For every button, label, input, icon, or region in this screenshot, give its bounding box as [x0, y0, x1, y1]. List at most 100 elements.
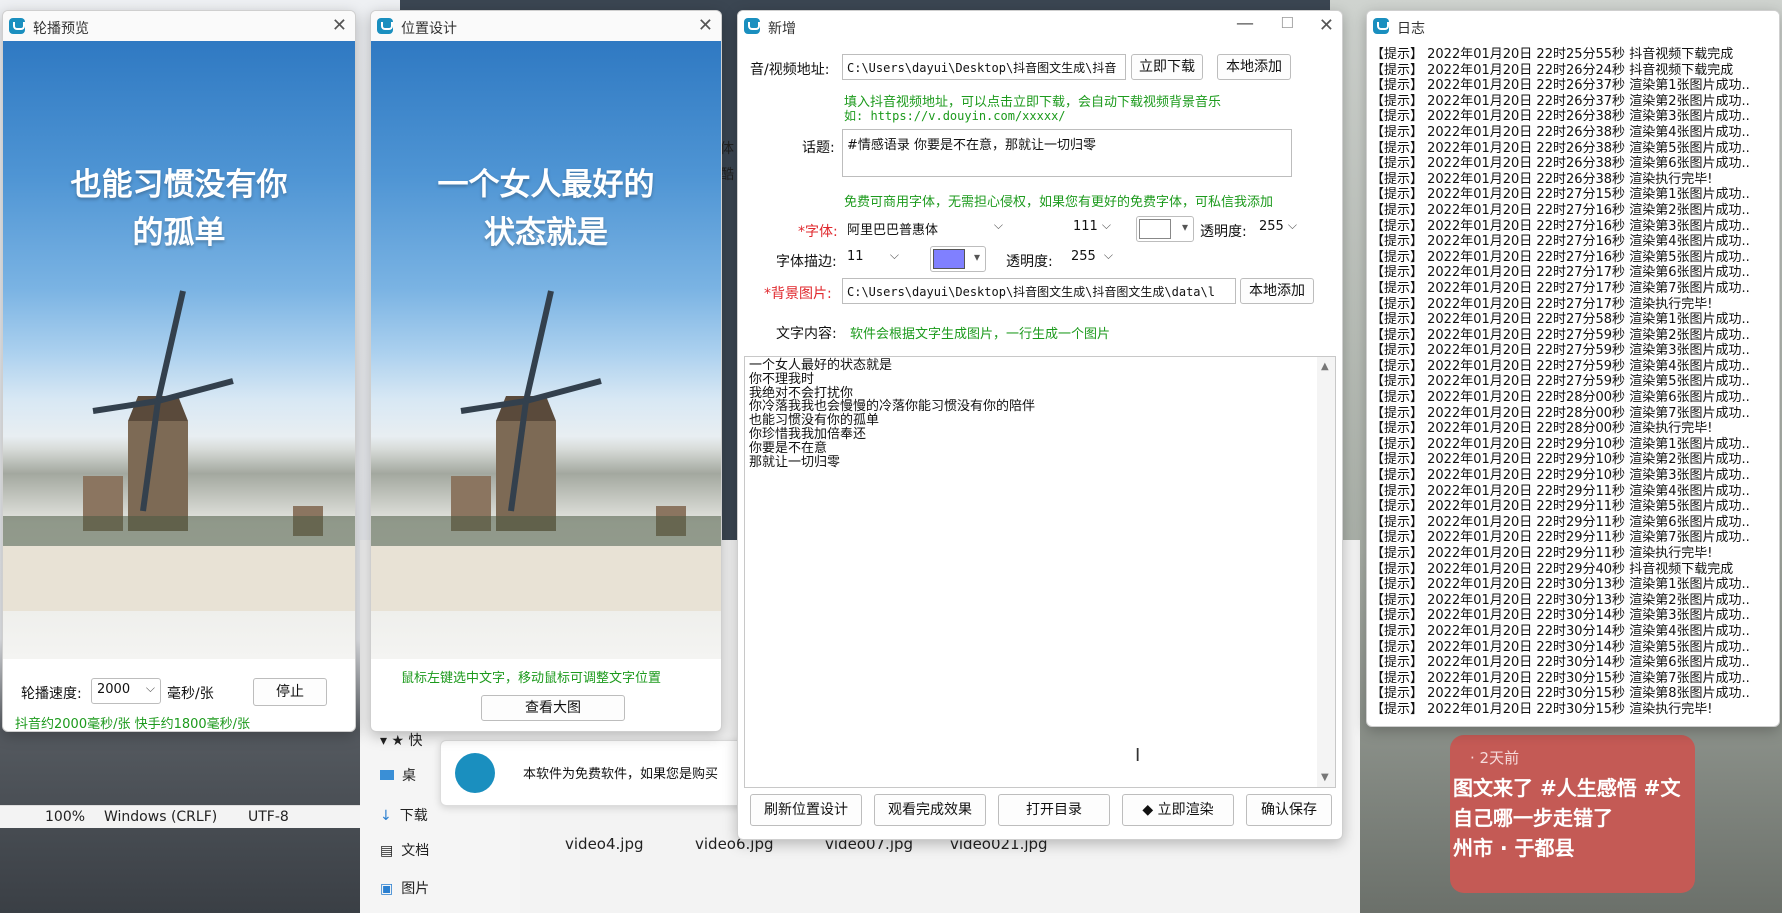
- content-lines: 一个女人最好的状态就是 你不理我时 我绝对不会打扰你 你冷落我我也会慢慢的冷落你…: [749, 358, 1036, 470]
- chevron-down-icon: ⌵: [993, 218, 1003, 232]
- social-post-card: · 2天前 图文来了 #人生感悟 #文 自己哪一步走错了 州市 · 于都县: [1450, 735, 1695, 893]
- log-line: 【提示】 2022年01月20日 22时27分16秒 渲染第2张图片成功..: [1371, 202, 1750, 218]
- log-line: 【提示】 2022年01月20日 22时26分38秒 渲染第6张图片成功..: [1371, 156, 1750, 172]
- background-image-label: *背景图片:: [764, 286, 832, 302]
- log-line: 【提示】 2022年01月20日 22时29分10秒 渲染第3张图片成功..: [1371, 468, 1750, 484]
- font-select[interactable]: 阿里巴巴普惠体 ⌵: [842, 216, 1008, 242]
- titlebar: 新增 — ☐ ✕: [738, 11, 1342, 41]
- preview-caption: 也能习惯没有你 的孤单: [70, 167, 288, 251]
- sidebar-item-desktop[interactable]: 桌: [380, 765, 416, 785]
- new-item-window: 新增 — ☐ ✕ 音/视频地址: C:\Users\dayui\Desktop\…: [737, 10, 1343, 840]
- chevron-down-icon: ⌵: [889, 248, 899, 262]
- preview-result-button[interactable]: 观看完成效果: [874, 794, 986, 826]
- content-textarea[interactable]: 一个女人最好的状态就是 你不理我时 我绝对不会打扰你 你冷落我我也会慢慢的冷落你…: [744, 356, 1336, 788]
- carousel-preview-window: 轮播预览 ✕ 也能习惯没有你 的孤单 轮播速度: 2000 ⌵ 毫秒/张 停止 抖…: [2, 10, 356, 732]
- render-button[interactable]: ◆ 立即渲染: [1122, 794, 1234, 826]
- stop-button[interactable]: 停止: [253, 678, 327, 706]
- scrollbar[interactable]: ▲ ▼: [1317, 357, 1335, 787]
- log-line: 【提示】 2022年01月20日 22时25分55秒 抖音视频下载完成: [1371, 47, 1734, 62]
- close-icon[interactable]: ✕: [1319, 15, 1334, 36]
- log-line: 【提示】 2022年01月20日 22时26分38秒 渲染执行完毕!: [1371, 171, 1713, 187]
- sidebar-item-quick[interactable]: ▾ ★ 快: [380, 730, 422, 750]
- close-icon[interactable]: ✕: [698, 15, 713, 36]
- position-design-window: 位置设计 ✕ 一个女人最好的 状态就是 鼠标左键选中文字，移动鼠标可调整文字位置…: [370, 10, 722, 732]
- log-line: 【提示】 2022年01月20日 22时30分15秒 渲染第8张图片成功..: [1371, 686, 1750, 702]
- log-line: 【提示】 2022年01月20日 22时30分14秒 渲染第3张图片成功..: [1371, 608, 1750, 624]
- refresh-position-button[interactable]: 刷新位置设计: [750, 794, 862, 826]
- log-line: 【提示】 2022年01月20日 22时30分13秒 渲染第2张图片成功..: [1371, 592, 1750, 608]
- diamond-icon: ◆: [1142, 802, 1158, 818]
- log-line: 【提示】 2022年01月20日 22时28分00秒 渲染执行完毕!: [1371, 421, 1713, 437]
- design-canvas[interactable]: 一个女人最好的 状态就是: [371, 41, 721, 659]
- chevron-down-icon: ⌵: [1103, 248, 1113, 262]
- document-icon: ▤: [380, 843, 394, 859]
- speed-select[interactable]: 2000 ⌵: [91, 678, 161, 704]
- background-image-input[interactable]: C:\Users\dayui\Desktop\抖音图文生成\抖音图文生成\dat…: [842, 278, 1236, 304]
- stroke-color-picker[interactable]: ▾: [930, 246, 986, 272]
- log-line: 【提示】 2022年01月20日 22时27分59秒 渲染第3张图片成功..: [1371, 343, 1750, 359]
- caret-down-icon: ▾: [1181, 220, 1188, 234]
- background-window-peek: 体 酷: [720, 141, 734, 183]
- log-line: 【提示】 2022年01月20日 22时30分13秒 渲染第1张图片成功..: [1371, 577, 1750, 593]
- log-line: 【提示】 2022年01月20日 22时27分15秒 渲染第1张图片成功..: [1371, 187, 1750, 203]
- log-line: 【提示】 2022年01月20日 22时27分59秒 渲染第2张图片成功..: [1371, 327, 1750, 343]
- log-line: 【提示】 2022年01月20日 22时27分17秒 渲染执行完毕!: [1371, 296, 1713, 312]
- log-window: 日志 【提示】 2022年01月20日 22时25分55秒 抖音视频下载完成 【提…: [1366, 10, 1780, 727]
- confirm-save-button[interactable]: 确认保存: [1246, 794, 1332, 826]
- encoding: UTF-8: [248, 809, 289, 825]
- log-line: 【提示】 2022年01月20日 22时30分14秒 渲染第5张图片成功..: [1371, 639, 1750, 655]
- sidebar-item-pictures[interactable]: ▣ 图片: [380, 878, 429, 898]
- log-line: 【提示】 2022年01月20日 22时26分38秒 渲染第3张图片成功..: [1371, 109, 1750, 125]
- log-line: 【提示】 2022年01月20日 22时30分15秒 渲染第7张图片成功..: [1371, 670, 1750, 686]
- log-line: 【提示】 2022年01月20日 22时29分11秒 渲染执行完毕!: [1371, 546, 1713, 561]
- sidebar-item-documents[interactable]: ▤ 文档: [380, 840, 429, 860]
- log-line: 【提示】 2022年01月20日 22时29分11秒 渲染第5张图片成功..: [1371, 499, 1750, 515]
- log-line: 【提示】 2022年01月20日 22时30分14秒 渲染第4张图片成功..: [1371, 623, 1750, 639]
- local-add-image-button[interactable]: 本地添加: [1240, 278, 1314, 304]
- file-item[interactable]: video4.jpg: [565, 835, 644, 853]
- close-icon[interactable]: ✕: [332, 15, 347, 36]
- audio-url-input[interactable]: C:\Users\dayui\Desktop\抖音图文生成\抖音: [842, 54, 1126, 80]
- log-line: 【提示】 2022年01月20日 22时27分16秒 渲染第3张图片成功..: [1371, 218, 1750, 234]
- log-line: 【提示】 2022年01月20日 22时26分24秒 抖音视频下载完成: [1371, 62, 1734, 78]
- topic-textarea[interactable]: #情感语录 你要是不在意，那就让一切归零: [842, 129, 1292, 177]
- log-line: 【提示】 2022年01月20日 22时27分16秒 渲染第4张图片成功..: [1371, 234, 1750, 250]
- font-size-select[interactable]: 111 ⌵: [1068, 216, 1116, 242]
- maximize-icon[interactable]: ☐: [1281, 14, 1294, 32]
- font-color-picker[interactable]: ▾: [1136, 216, 1194, 242]
- log-line: 【提示】 2022年01月20日 22时27分58秒 渲染第1张图片成功..: [1371, 312, 1750, 328]
- windmill-illustration: [371, 290, 721, 611]
- stroke-alpha-select[interactable]: 255 ⌵: [1066, 246, 1118, 272]
- desktop-icon: [380, 770, 394, 780]
- draggable-caption[interactable]: 一个女人最好的 状态就是: [371, 161, 721, 257]
- titlebar: 轮播预览 ✕: [3, 11, 355, 41]
- local-add-audio-button[interactable]: 本地添加: [1217, 54, 1291, 80]
- sidebar-item-downloads[interactable]: ↓ 下载: [380, 805, 428, 825]
- notification: 本软件为免费软件，如果您是购买: [440, 740, 772, 806]
- log-line: 【提示】 2022年01月20日 22时30分14秒 渲染第6张图片成功..: [1371, 655, 1750, 671]
- app-logo-icon: [1373, 18, 1389, 34]
- open-directory-button[interactable]: 打开目录: [998, 794, 1110, 826]
- font-color-swatch: [1139, 219, 1171, 239]
- download-button[interactable]: 立即下载: [1131, 54, 1203, 80]
- log-line: 【提示】 2022年01月20日 22时26分38秒 渲染第5张图片成功..: [1371, 140, 1750, 156]
- log-line: 【提示】 2022年01月20日 22时29分11秒 渲染第4张图片成功..: [1371, 483, 1750, 499]
- scroll-up-icon[interactable]: ▲: [1321, 361, 1329, 372]
- chevron-down-icon: ⌵: [145, 681, 155, 695]
- chevron-down-icon: ⌵: [1287, 218, 1297, 232]
- log-line: 【提示】 2022年01月20日 22时29分11秒 渲染第7张图片成功..: [1371, 530, 1750, 546]
- stroke-size-select[interactable]: 11 ⌵: [842, 246, 904, 272]
- view-large-button[interactable]: 查看大图: [481, 695, 625, 721]
- font-alpha-select[interactable]: 255 ⌵: [1254, 216, 1302, 242]
- windmill-illustration: [3, 290, 355, 611]
- app-logo-icon: [9, 18, 25, 34]
- log-line: 【提示】 2022年01月20日 22时28分00秒 渲染第7张图片成功..: [1371, 405, 1750, 421]
- titlebar: 日志: [1367, 11, 1779, 41]
- log-line: 【提示】 2022年01月20日 22时30分15秒 渲染执行完毕!: [1371, 701, 1713, 717]
- app-logo-icon: [377, 18, 393, 34]
- log-line: 【提示】 2022年01月20日 22时26分37秒 渲染第2张图片成功..: [1371, 93, 1750, 109]
- scroll-down-icon[interactable]: ▼: [1321, 772, 1329, 783]
- line-ending: Windows (CRLF): [104, 809, 218, 825]
- log-line: 【提示】 2022年01月20日 22时27分16秒 渲染第5张图片成功..: [1371, 249, 1750, 265]
- minimize-icon[interactable]: —: [1236, 13, 1254, 34]
